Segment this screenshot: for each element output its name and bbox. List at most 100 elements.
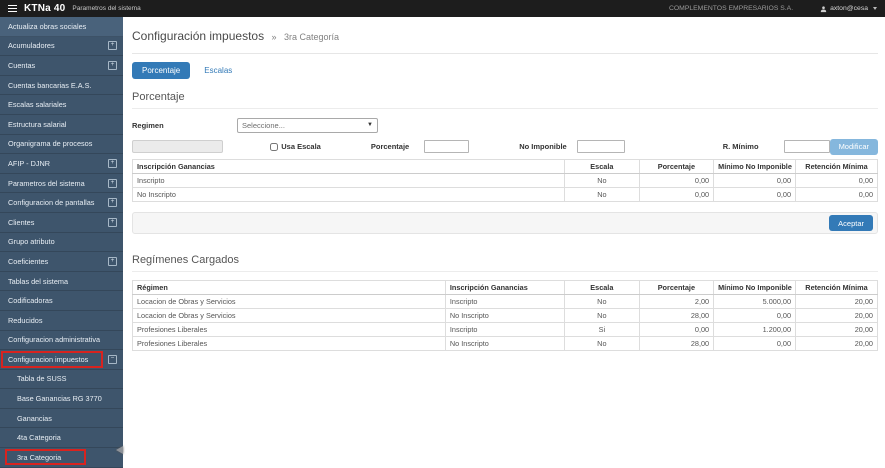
sidebar-item-parametros-del-sistema[interactable]: Parametros del sistema + [0,174,123,194]
sidebar-item-configuracion-impuestos[interactable]: Configuracion impuestos − [0,350,123,370]
expand-icon[interactable]: + [108,217,117,227]
expand-icon[interactable]: + [108,60,117,70]
sidebar-item-label: Actualiza obras sociales [8,21,87,31]
column-header: Inscripción Ganancias [444,280,566,295]
expand-icon[interactable]: + [108,178,117,188]
sidebar-item-organigrama-de-procesos[interactable]: Organigrama de procesos [0,135,123,155]
sidebar-item-label: Base Ganancias RG 3770 [17,394,102,404]
table-cell: 0,00 [713,308,797,323]
table-cell: 5.000,00 [713,294,797,309]
sidebar-item-acumuladores[interactable]: Acumuladores + [0,37,123,57]
porcentaje-label: Porcentaje [370,142,410,151]
column-header: Mínimo No Imponible [713,280,797,295]
table-cell: Locacion de Obras y Servicios [132,308,446,323]
table-cell: 0,00 [713,173,797,188]
sidebar-item-reducidos[interactable]: Reducidos [0,311,123,331]
sidebar-item-3ra-categoria[interactable]: 3ra Categoria [0,448,123,468]
sidebar-item-estructura-salarial[interactable]: Estructura salarial [0,115,123,135]
sidebar-item-label: Tablas del sistema [8,276,69,286]
r-minimo-field[interactable] [783,140,830,153]
breadcrumb-separator: » [271,32,277,42]
table-row[interactable]: Profesiones Liberales No Inscripto No 28,00… [132,336,878,351]
table-cell: Inscripto [444,322,566,337]
expand-icon[interactable]: + [108,256,117,266]
column-header: Inscripción Ganancias [131,159,566,174]
tab-bar: Porcentaje Escalas [132,62,878,79]
table-row[interactable]: No Inscripto No 0,00 0,00 0,00 [131,187,878,202]
table-cell: 0,00 [638,173,715,188]
hamburger-menu-icon[interactable] [8,4,17,13]
table-row[interactable]: Locacion de Obras y Servicios No Inscript… [132,308,878,323]
usa-escala-checkbox[interactable] [270,142,279,151]
table-row[interactable]: Inscripto No 0,00 0,00 0,00 [131,173,878,188]
table-cell: 0,00 [713,336,797,351]
expand-icon[interactable]: + [108,41,117,51]
sidebar-item-label: Parametros del sistema [8,178,85,188]
sidebar-item-tabla-de-suss[interactable]: Tabla de SUSS [0,370,123,390]
table-row[interactable]: Locacion de Obras y Servicios Inscripto No… [132,294,878,309]
sidebar-item-label: 4ta Categoria [17,433,61,443]
table-cell: 2,00 [638,294,715,309]
table-cell: Inscripto [444,294,566,309]
top-bar: KTNa 40 Parametros del sistema COMPLEMEN… [0,0,885,17]
table-cell: 0,00 [638,322,715,337]
table-cell: 0,00 [795,187,878,202]
regimenes-cargados-table: Régimen Inscripción Ganancias Escala Porcen… [132,280,878,351]
porcentaje-field[interactable] [424,140,470,153]
sidebar-item-codificadoras[interactable]: Codificadoras [0,291,123,311]
column-header: Porcentaje [638,159,715,174]
regimen-select[interactable]: Seleccione... ▼ [237,117,378,133]
chevron-down-icon [873,7,877,10]
no-imponible-field[interactable] [576,140,625,153]
user-menu[interactable]: axton@cesa [820,5,877,13]
main-content: Configuración impuestos » 3ra Categoría … [123,17,885,468]
expand-icon[interactable]: + [108,158,117,168]
no-imponible-label: No Imponible [519,142,567,151]
usa-escala-label: Usa Escala [281,142,321,151]
sidebar-item-cuentas[interactable]: Cuentas + [0,56,123,76]
column-header: Retención Mínima [795,159,878,174]
sidebar-item-configuracion-de-pantallas[interactable]: Configuracion de pantallas + [0,193,123,213]
sidebar-item-cuentas-bancarias-e-a-s[interactable]: Cuentas bancarias E.A.S. [0,76,123,96]
sidebar-item-tablas-del-sistema[interactable]: Tablas del sistema [0,272,123,292]
sidebar-item-label: Codificadoras [8,296,53,306]
app-brand-subtitle: Parametros del sistema [72,5,141,12]
sidebar-item-clientes[interactable]: Clientes + [0,213,123,233]
sidebar-item-escalas-salariales[interactable]: Escalas salariales [0,95,123,115]
sidebar-item-configuracion-administrativa[interactable]: Configuracion administrativa [0,331,123,351]
modificar-button[interactable]: Modificar [829,138,878,155]
sidebar-item-label: Configuracion de pantallas [8,198,95,208]
section-heading-regimenes-cargados: Regímenes Cargados [132,254,878,272]
table-cell: Inscripto [131,173,566,188]
sidebar-item-base-ganancias-rg-3770[interactable]: Base Ganancias RG 3770 [0,389,123,409]
r-minimo-label: R. Mínimo [722,142,759,151]
sidebar-item-actualiza-obras-sociales[interactable]: Actualiza obras sociales [0,17,123,37]
sidebar-item-label: Tabla de SUSS [17,374,67,384]
table-cell: 20,00 [795,336,878,351]
sidebar-item-coeficientes[interactable]: Coeficientes + [0,252,123,272]
tax-entry-row: Usa Escala Porcentaje No Imponible R. Mí… [132,138,878,155]
sidebar-item-label: Acumuladores [8,41,55,51]
user-icon [820,5,827,12]
tab-porcentaje[interactable]: Porcentaje [132,62,191,79]
aceptar-button[interactable]: Aceptar [829,215,873,231]
sidebar-item-4ta-categoria[interactable]: 4ta Categoria [0,428,123,449]
usa-escala-group: Usa Escala [270,142,321,151]
sidebar-item-label: Escalas salariales [8,100,67,110]
sidebar-item-label: Cuentas [8,60,36,70]
sidebar-item-ganancias[interactable]: Ganancias [0,409,123,429]
regimen-readonly-field [132,140,224,153]
expand-icon[interactable]: + [108,198,117,208]
table-cell: Profesiones Liberales [132,322,446,337]
breadcrumb: Configuración impuestos » 3ra Categoría [132,27,878,54]
table-cell: Profesiones Liberales [132,336,446,351]
table-row[interactable]: Profesiones Liberales Inscripto Si 0,00 1.20… [132,322,878,337]
sidebar-item-afip-djnr[interactable]: AFIP - DJNR + [0,154,123,174]
breadcrumb-current: 3ra Categoría [284,32,340,42]
regimen-row: Regimen Seleccione... ▼ [132,117,878,133]
sidebar-item-label: AFIP - DJNR [8,158,51,168]
sidebar-item-grupo-atributo[interactable]: Grupo atributo [0,233,123,253]
collapse-icon[interactable]: − [108,354,117,364]
table-cell: 1.200,00 [713,322,797,337]
tab-escalas[interactable]: Escalas [204,66,232,75]
